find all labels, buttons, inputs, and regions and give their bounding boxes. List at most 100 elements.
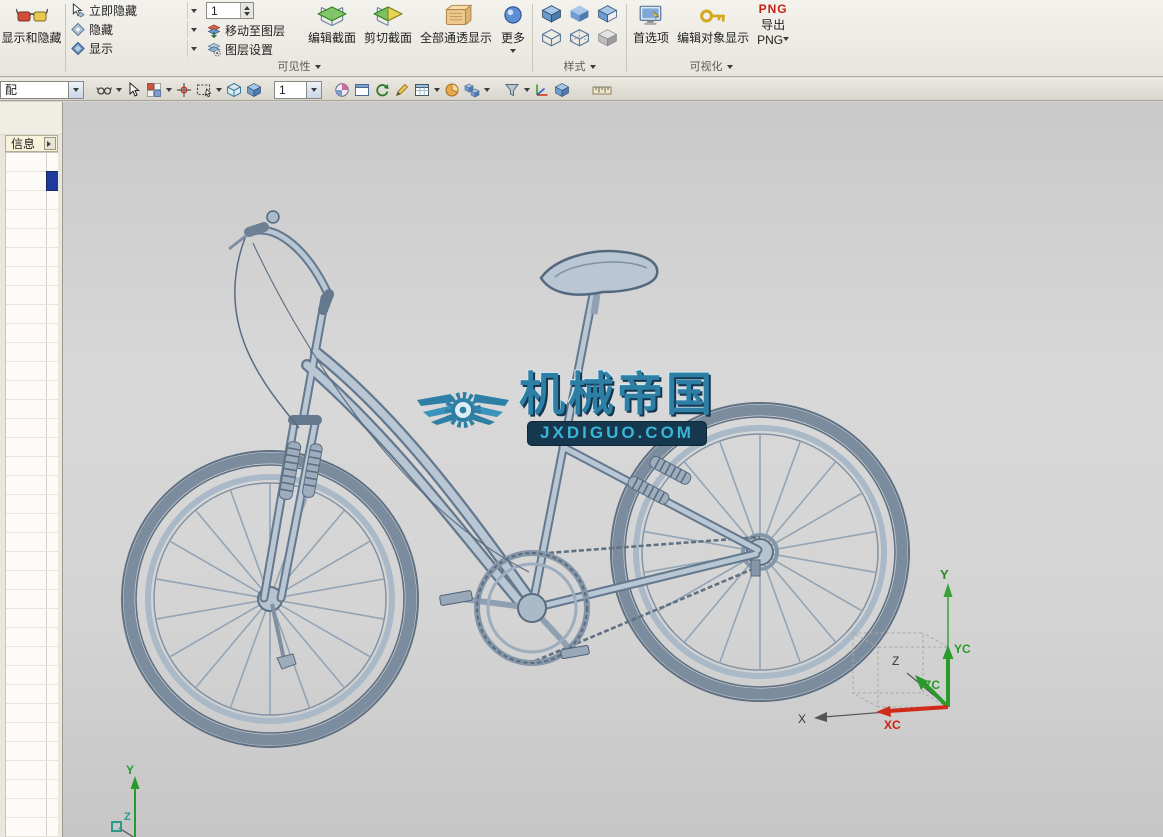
toolbar-table-dropdown[interactable] <box>432 80 442 100</box>
table-row[interactable] <box>6 400 58 419</box>
coordinate-triad: Y YC Z ZC X XC <box>784 557 974 742</box>
table-row[interactable] <box>6 590 58 609</box>
table-row[interactable] <box>6 172 58 191</box>
toolbar-glasses-button[interactable] <box>94 80 114 100</box>
show-hide-button[interactable]: 显示和隐藏 <box>0 0 63 76</box>
work-layer-value: 1 <box>207 4 240 18</box>
edit-object-display-button[interactable]: 编辑对象显示 <box>673 0 753 45</box>
frame[interactable] <box>303 284 758 608</box>
toolbar-glasses-dropdown[interactable] <box>114 80 124 100</box>
toolbar-cursor-button[interactable] <box>124 80 144 100</box>
toolbar-grid-dropdown[interactable] <box>164 80 174 100</box>
table-row[interactable] <box>6 799 58 818</box>
table-row[interactable] <box>6 723 58 742</box>
table-row[interactable] <box>6 153 58 172</box>
clip-section-button[interactable]: 剪切截面 <box>360 0 416 45</box>
info-tab[interactable]: 信息 <box>5 135 58 152</box>
immediate-hide-button[interactable]: 立即隐藏 <box>68 2 200 19</box>
toolbar-axes-button[interactable] <box>532 80 552 100</box>
table-row[interactable] <box>6 647 58 666</box>
table-row[interactable] <box>6 419 58 438</box>
bicycle-model[interactable] <box>63 102 1163 837</box>
visibility-group-dropdown[interactable] <box>315 65 321 72</box>
table-row[interactable] <box>6 628 58 647</box>
table-row[interactable] <box>6 552 58 571</box>
front-wheel[interactable] <box>122 451 418 747</box>
visualization-group-dropdown[interactable] <box>727 65 733 72</box>
graphics-viewport[interactable]: 机械帝国 JXDIGUO.COM Y YC Z ZC X XC Y <box>63 102 1163 837</box>
table-row[interactable] <box>6 533 58 552</box>
table-row[interactable] <box>6 666 58 685</box>
table-row[interactable] <box>6 609 58 628</box>
info-tab-expand-button[interactable] <box>44 137 56 150</box>
toolbar-iso-cube-button[interactable] <box>224 80 244 100</box>
toolbar-table-button[interactable] <box>412 80 432 100</box>
table-row[interactable] <box>6 381 58 400</box>
table-row[interactable] <box>6 685 58 704</box>
toolbar-grid-button[interactable] <box>144 80 164 100</box>
table-row[interactable] <box>6 229 58 248</box>
style-group-dropdown[interactable] <box>590 65 596 72</box>
work-layer-spinner[interactable] <box>240 3 253 18</box>
hide-button[interactable]: 隐藏 <box>68 21 200 38</box>
more-button[interactable]: 更多 <box>496 0 530 56</box>
table-row[interactable] <box>6 780 58 799</box>
layer-settings-button[interactable]: 图层设置 <box>204 41 304 58</box>
export-png-button[interactable]: PNG 导出 PNG <box>753 0 793 47</box>
toolbar-filter-dropdown[interactable] <box>522 80 532 100</box>
show-all-translucent-button[interactable]: 全部通透显示 <box>416 0 496 45</box>
style-shaded-button[interactable] <box>566 2 593 25</box>
toolbar-cubes-dropdown[interactable] <box>482 80 492 100</box>
table-row[interactable] <box>6 210 58 229</box>
table-row[interactable] <box>6 191 58 210</box>
table-row[interactable] <box>6 742 58 761</box>
toolbar-marquee-button[interactable] <box>194 80 214 100</box>
toolbar-cubes-button[interactable] <box>462 80 482 100</box>
assembly-filter-combo[interactable]: 配 <box>0 81 84 99</box>
table-row[interactable] <box>6 362 58 381</box>
toolbar-pencil-button[interactable] <box>392 80 412 100</box>
table-row[interactable] <box>6 761 58 780</box>
toolbar-pie-button[interactable] <box>442 80 462 100</box>
style-wireframe-button[interactable] <box>538 26 565 49</box>
table-row[interactable] <box>6 495 58 514</box>
table-row[interactable] <box>6 476 58 495</box>
toolbar-ruler-button[interactable] <box>592 80 612 100</box>
table-row[interactable] <box>6 457 58 476</box>
style-hidden-edges-button[interactable] <box>566 26 593 49</box>
edit-section-button[interactable]: 编辑截面 <box>304 0 360 45</box>
toolbar-datum-cube-button[interactable] <box>552 80 572 100</box>
move-to-layer-button[interactable]: 移动至图层 <box>204 22 304 39</box>
assembly-filter-dropdown[interactable] <box>68 82 83 98</box>
table-row[interactable] <box>6 324 58 343</box>
show-button[interactable]: 显示 <box>68 40 200 57</box>
toolbar-window-button[interactable] <box>352 80 372 100</box>
show-dropdown[interactable] <box>187 40 200 57</box>
toolbar-shaded-cube-button[interactable] <box>244 80 264 100</box>
preferences-button[interactable]: 首选项 <box>629 0 673 45</box>
toolbar-ball-button[interactable] <box>332 80 352 100</box>
table-row[interactable] <box>6 343 58 362</box>
table-row[interactable] <box>6 704 58 723</box>
view-scale-dropdown[interactable] <box>306 82 321 98</box>
saddle[interactable] <box>541 251 657 314</box>
table-row[interactable] <box>6 248 58 267</box>
table-row[interactable] <box>6 514 58 533</box>
style-static-wireframe-button[interactable] <box>594 26 621 49</box>
table-row[interactable] <box>6 267 58 286</box>
table-row[interactable] <box>6 571 58 590</box>
table-row[interactable] <box>6 286 58 305</box>
table-row[interactable] <box>6 438 58 457</box>
table-row[interactable] <box>6 818 58 837</box>
view-scale-combo[interactable]: 1 <box>274 81 322 99</box>
toolbar-snap-button[interactable] <box>174 80 194 100</box>
style-studio-button[interactable] <box>594 2 621 25</box>
toolbar-filter-button[interactable] <box>502 80 522 100</box>
table-row[interactable] <box>6 305 58 324</box>
hide-dropdown[interactable] <box>187 21 200 38</box>
style-shaded-edges-button[interactable] <box>538 2 565 25</box>
toolbar-marquee-dropdown[interactable] <box>214 80 224 100</box>
toolbar-refresh-button[interactable] <box>372 80 392 100</box>
immediate-hide-dropdown[interactable] <box>187 2 200 19</box>
work-layer-combo[interactable]: 1 <box>206 2 254 19</box>
